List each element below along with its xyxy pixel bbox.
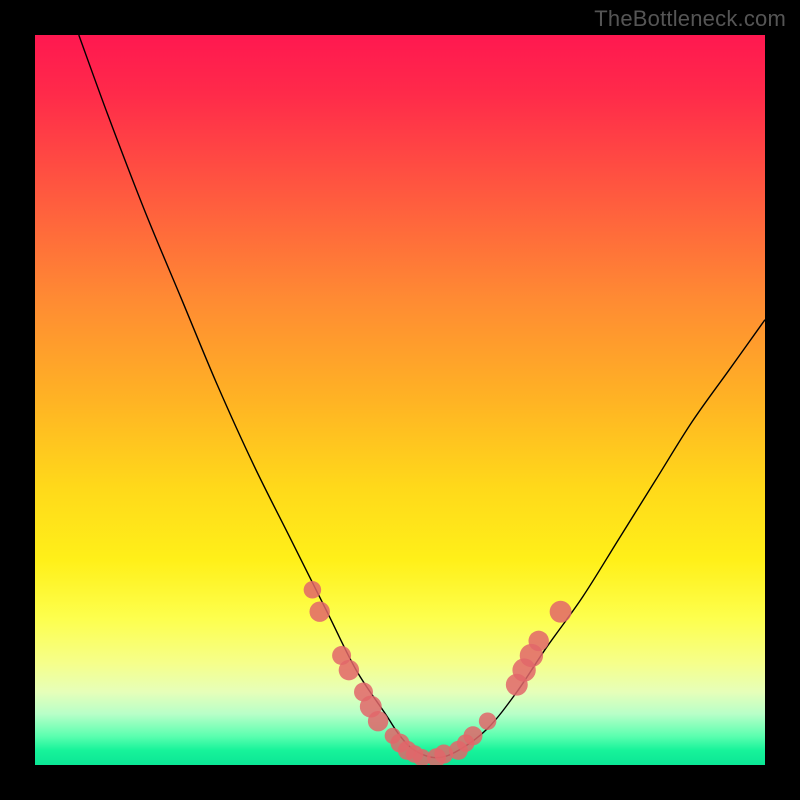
data-marker <box>368 711 388 731</box>
watermark-text: TheBottleneck.com <box>594 6 786 32</box>
data-marker <box>528 631 548 651</box>
plot-area <box>35 35 765 765</box>
marker-group <box>304 581 572 765</box>
bottleneck-curve <box>79 35 765 758</box>
data-marker <box>339 660 359 680</box>
data-marker <box>479 712 497 730</box>
chart-stage: TheBottleneck.com <box>0 0 800 800</box>
data-marker <box>550 601 572 623</box>
data-marker <box>309 601 329 621</box>
data-marker <box>304 581 322 599</box>
data-marker <box>464 726 483 745</box>
curve-layer <box>35 35 765 765</box>
